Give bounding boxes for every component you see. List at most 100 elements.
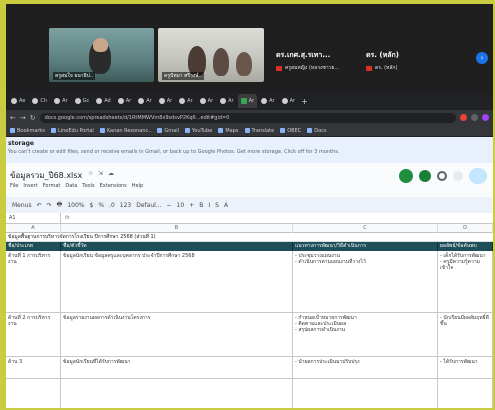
table-cell[interactable]: ข้อมูลนักเรียน ข้อมูลครูและบุคลากร ประจำ… — [61, 251, 293, 312]
call-icon[interactable] — [419, 170, 431, 182]
browser-tab[interactable]: Ar — [135, 94, 154, 108]
share-button[interactable] — [469, 168, 487, 184]
forward-icon[interactable]: → — [20, 114, 26, 122]
browser-tab[interactable]: Ar — [237, 94, 258, 108]
menu-extensions[interactable]: Extensions — [100, 183, 127, 189]
extension-icon[interactable] — [471, 114, 478, 121]
column-header-d[interactable]: D — [438, 224, 493, 233]
toolbar-button[interactable]: Menus — [12, 202, 32, 209]
table-cell[interactable] — [61, 379, 293, 408]
participant-tile[interactable]: ครูปัทมา ศรีวงษ์.. — [158, 28, 264, 82]
toolbar-button[interactable]: .0 — [109, 202, 115, 209]
reload-icon[interactable]: ↻ — [30, 114, 36, 122]
toolbar-button[interactable]: 🖶 — [57, 200, 63, 210]
header-cell[interactable]: ชื่อ/ตัวชี้วัด — [61, 242, 293, 251]
browser-tab[interactable]: Ar — [51, 94, 70, 108]
spreadsheet-grid[interactable]: A B C D ข้อมูลพื้นฐานการบริหารจัดการโรงเ… — [6, 224, 493, 408]
toolbar-button[interactable]: I — [208, 202, 210, 209]
bookmark-item[interactable]: Docs — [307, 128, 327, 134]
table-cell[interactable]: ด้านที่ 1 การบริหารงาน — [6, 251, 61, 312]
move-icon[interactable]: ⇲ — [98, 170, 103, 177]
browser-tab[interactable]: Ar — [197, 94, 216, 108]
browser-tab[interactable]: Gc — [72, 94, 93, 108]
table-cell[interactable]: ข้อมูลรายงานผลการดำเนินงานโครงการ — [61, 313, 293, 356]
table-cell[interactable]: - กำหนดเป้าหมายการพัฒนา - ติดตามและประเม… — [293, 313, 438, 356]
header-cell[interactable]: แนวทางการพัฒนา/วิธีดำเนินการ — [293, 242, 438, 251]
bookmark-item[interactable]: Bookmarks — [10, 128, 45, 134]
column-header-c[interactable]: C — [293, 224, 438, 233]
toolbar-button[interactable]: − — [167, 202, 172, 209]
sheet-title-row[interactable]: ข้อมูลพื้นฐานการบริหารจัดการโรงเรียน ปีก… — [6, 233, 493, 242]
toolbar-button[interactable]: 10 — [177, 202, 185, 209]
url-input[interactable]: docs.google.com/spreadsheets/d/1RtMMWVm8… — [39, 112, 456, 123]
menu-format[interactable]: Format — [43, 183, 61, 189]
table-row[interactable]: ด้าน 3 ข้อมูลนักเรียนที่ได้รับการพัฒนา -… — [6, 357, 493, 379]
table-row[interactable]: ด้านที่ 2 การบริหารงาน ข้อมูลรายงานผลการ… — [6, 313, 493, 357]
toolbar-button[interactable]: ↶ — [37, 202, 42, 209]
browser-tab[interactable]: Ar — [176, 94, 195, 108]
browser-tab[interactable]: Ar — [217, 94, 236, 108]
header-cell[interactable]: ชื่อ/ประเภท — [6, 242, 61, 251]
menu-file[interactable]: File — [10, 183, 18, 189]
browser-tab[interactable]: Ch — [29, 94, 50, 108]
bookmark-item[interactable]: LineEdu Portal — [50, 128, 94, 134]
menu-help[interactable]: Help — [132, 183, 143, 189]
table-row[interactable] — [6, 379, 493, 408]
bookmark-item[interactable]: Translate — [244, 128, 274, 134]
table-row[interactable]: ด้านที่ 1 การบริหารงาน ข้อมูลนักเรียน ข้… — [6, 251, 493, 313]
toolbar-button[interactable]: 100% — [67, 202, 84, 209]
extension-icon[interactable] — [460, 114, 467, 121]
toolbar-button[interactable]: $ — [90, 202, 94, 209]
toolbar-button[interactable]: B — [199, 202, 203, 209]
table-cell[interactable]: - ประชุมวางแผนงาน - ดำเนินการตามแผนงานที… — [293, 251, 438, 312]
comments-icon[interactable] — [453, 171, 463, 181]
browser-tab[interactable]: Ar — [279, 94, 298, 108]
table-cell[interactable] — [293, 379, 438, 408]
back-icon[interactable]: ← — [10, 114, 16, 122]
browser-tab[interactable]: Ar — [156, 94, 175, 108]
flag-icon — [366, 65, 372, 71]
bookmark-item[interactable]: Kanan Resonanc.. — [99, 128, 151, 134]
participant-tile[interactable]: ครูสมใจ ธนาธิป.. — [49, 28, 154, 82]
table-cell[interactable]: - ได้รับการพัฒนา — [438, 357, 493, 378]
name-box[interactable]: A1 — [6, 212, 61, 224]
bookmark-item[interactable]: OBEC — [280, 128, 301, 134]
toolbar-button[interactable]: 123 — [120, 202, 131, 209]
toolbar-button[interactable]: + — [189, 202, 194, 209]
table-cell[interactable]: ข้อมูลนักเรียนที่ได้รับการพัฒนา — [61, 357, 293, 378]
bookmark-icon — [218, 128, 224, 133]
history-icon[interactable] — [437, 171, 447, 181]
bookmark-item[interactable]: Gmail — [157, 128, 179, 134]
menu-tools[interactable]: Tools — [82, 183, 94, 189]
header-cell[interactable]: ผลลัพธ์/ข้อค้นพบ — [438, 242, 493, 251]
table-cell[interactable] — [438, 379, 493, 408]
toolbar-button[interactable]: % — [98, 202, 104, 209]
more-participants-icon[interactable]: › — [476, 52, 488, 64]
table-cell[interactable]: - เด็กได้รับการพัฒนา - ครูมีความรู้ความเ… — [438, 251, 493, 312]
menu-data[interactable]: Data — [65, 183, 77, 189]
meet-icon[interactable] — [399, 169, 413, 183]
column-header-b[interactable]: B — [61, 224, 293, 233]
browser-tab[interactable]: Ae — [8, 94, 28, 108]
toolbar-button[interactable]: S — [215, 202, 219, 209]
new-tab-button[interactable]: + — [301, 97, 308, 106]
table-cell[interactable] — [6, 379, 61, 408]
document-title[interactable]: ข้อมูลรวม_ปี68.xlsx — [10, 169, 82, 182]
browser-tab[interactable]: Ar — [258, 94, 277, 108]
tab-favicon-icon — [96, 98, 103, 104]
column-header-a[interactable]: A — [6, 224, 61, 233]
browser-tab[interactable]: Ad — [93, 94, 114, 108]
toolbar-button[interactable]: ↷ — [47, 202, 52, 209]
profile-icon[interactable] — [482, 114, 489, 121]
table-cell[interactable]: - นำผลการประเมินมาปรับปรุง — [293, 357, 438, 378]
browser-tab[interactable]: Ar — [115, 94, 134, 108]
bookmark-item[interactable]: Maps — [218, 128, 239, 134]
toolbar-button[interactable]: A — [224, 202, 228, 209]
star-icon[interactable]: ☆ — [88, 170, 93, 177]
menu-insert[interactable]: Insert — [23, 183, 37, 189]
table-cell[interactable]: ด้าน 3 — [6, 357, 61, 378]
table-cell[interactable]: - นักเรียนมีผลสัมฤทธิ์ดีขึ้น — [438, 313, 493, 356]
toolbar-button[interactable]: Defaul... — [136, 202, 161, 209]
table-cell[interactable]: ด้านที่ 2 การบริหารงาน — [6, 313, 61, 356]
bookmark-item[interactable]: YouTube — [185, 128, 212, 134]
